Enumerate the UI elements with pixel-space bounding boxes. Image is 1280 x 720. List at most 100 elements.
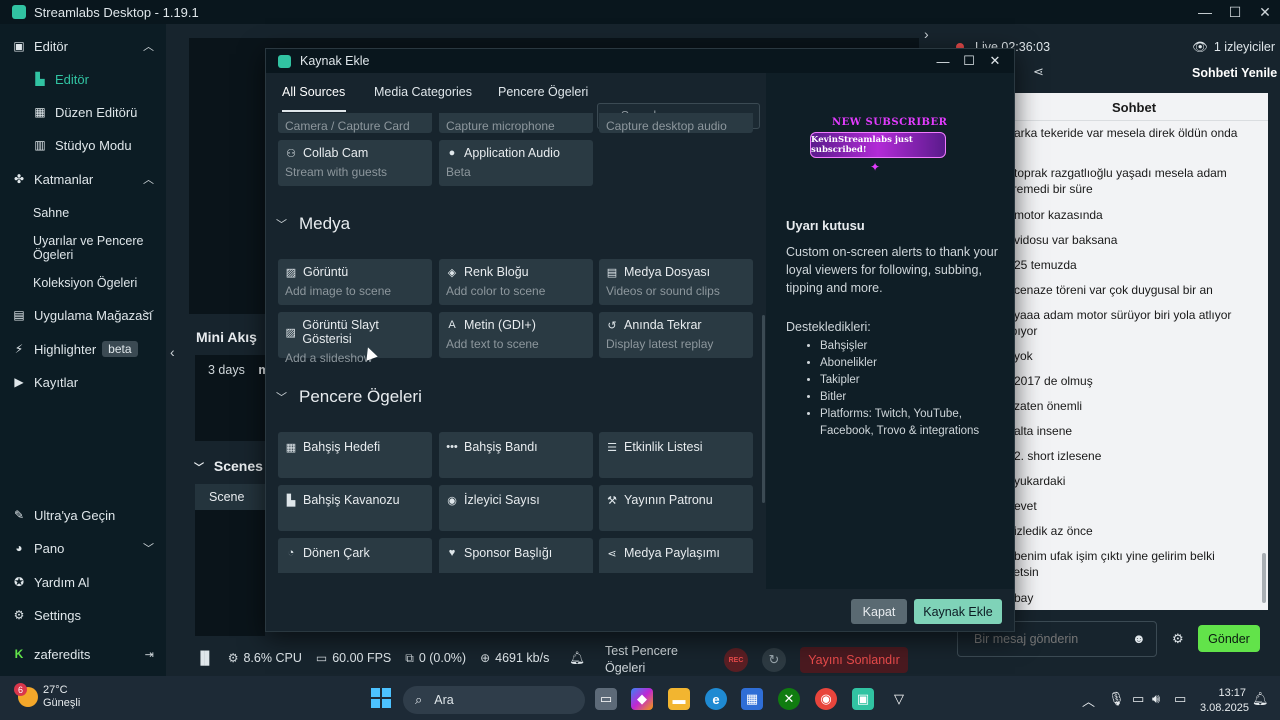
test-widgets-button[interactable]: Test Pencere Ögeleri bbox=[605, 643, 695, 677]
weather-widget[interactable]: 6 27°C Güneşli bbox=[14, 683, 80, 710]
task-view-icon[interactable]: ▭ bbox=[595, 688, 617, 710]
eye-icon: ◉ bbox=[447, 494, 457, 507]
maximize-icon[interactable]: ☐ bbox=[1220, 0, 1250, 24]
chat-box: Sohbet 2: arka tekeride var mesela direk… bbox=[1000, 93, 1268, 610]
nav-app-store[interactable]: ▤ Uygulama Mağazası ﹀ bbox=[0, 306, 166, 324]
taskbar-clock[interactable]: 13:17 3.08.2025 bbox=[1200, 686, 1249, 716]
nav-settings[interactable]: ⚙ Settings bbox=[0, 606, 166, 624]
source-tile-media-file[interactable]: ▤ Medya Dosyası Videos or sound clips bbox=[599, 259, 753, 305]
nav-item-editor[interactable]: ▙ Editör bbox=[0, 70, 166, 88]
widget-tile-spin-wheel[interactable]: ◔ Dönen Çark bbox=[278, 538, 432, 573]
end-stream-button[interactable]: Yayını Sonlandır bbox=[800, 647, 908, 673]
supported-item: Bitler bbox=[820, 389, 998, 406]
source-list-scrollbar[interactable] bbox=[762, 315, 765, 503]
source-tile-text[interactable]: A Metin (GDI+) Add text to scene bbox=[439, 312, 593, 358]
section-widgets[interactable]: ﹀ Pencere Ögeleri bbox=[276, 387, 422, 407]
nav-editor-group[interactable]: ▣ Editör ︿ bbox=[0, 37, 166, 55]
record-button[interactable]: REC bbox=[724, 648, 748, 672]
notification-icon[interactable]: 🔔︎ bbox=[1252, 691, 1269, 707]
microphone-icon[interactable]: 🎙︎ bbox=[1108, 691, 1125, 707]
section-media[interactable]: ﹀ Medya bbox=[276, 214, 350, 234]
chevron-left-icon[interactable]: ‹ bbox=[170, 344, 175, 360]
chevron-up-icon[interactable]: ︿ bbox=[143, 38, 154, 54]
copilot-icon[interactable]: ◆ bbox=[631, 688, 653, 710]
nav-item-alerts-widgets[interactable]: Uyarılar ve Pencere Ögeleri bbox=[33, 234, 158, 262]
widget-tile-tip-goal[interactable]: ▦ Bahşiş Hedefi bbox=[278, 432, 432, 478]
file-explorer-icon[interactable]: ▬ bbox=[668, 688, 690, 710]
maximize-icon[interactable]: ☐ bbox=[956, 49, 982, 73]
widget-tile-tip-ticker[interactable]: ••• Bahşiş Bandı bbox=[439, 432, 593, 478]
chrome-icon[interactable]: ◉ bbox=[815, 688, 837, 710]
volume-icon[interactable]: 🔊︎ bbox=[1152, 691, 1160, 707]
editor-icon: ▣ bbox=[13, 39, 25, 53]
nav-item-layout-editor[interactable]: ▦ Düzen Editörü bbox=[0, 103, 166, 121]
chevron-right-icon[interactable]: › bbox=[924, 26, 929, 42]
taskbar-search[interactable]: ⌕ Ara bbox=[403, 686, 585, 714]
logout-icon[interactable]: ⇥ bbox=[145, 648, 154, 661]
source-tile-mic[interactable]: Capture microphone bbox=[439, 113, 593, 133]
widget-tile-media-share[interactable]: ⋖ Medya Paylaşımı bbox=[599, 538, 753, 573]
source-tile-app-audio[interactable]: ● Application Audio Beta bbox=[439, 140, 593, 186]
source-tile-collab-cam[interactable]: ⚇ Collab Cam Stream with guests bbox=[278, 140, 432, 186]
nav-layers-group[interactable]: ✤ Katmanlar ︿ bbox=[0, 170, 166, 188]
streamlabs-taskbar-icon[interactable]: ▣ bbox=[852, 688, 874, 710]
tab-widgets[interactable]: Pencere Ögeleri bbox=[498, 85, 588, 99]
widget-tile-tip-jar[interactable]: ▙ Bahşiş Kavanozu bbox=[278, 485, 432, 531]
send-button[interactable]: Gönder bbox=[1198, 625, 1260, 652]
nav-recordings[interactable]: ▶ Kayıtlar bbox=[0, 373, 166, 391]
chat-scrollbar[interactable] bbox=[1262, 553, 1266, 603]
nav-item-layout-label: Düzen Editörü bbox=[55, 104, 138, 120]
source-tile-camera[interactable]: Camera / Capture Card bbox=[278, 113, 432, 133]
bell-icon[interactable]: 🔔︎ bbox=[569, 651, 585, 666]
minimize-icon[interactable]: — bbox=[930, 49, 956, 73]
supported-item: Bahşişler bbox=[820, 338, 998, 355]
source-tile-instant-replay[interactable]: ↺ Anında Tekrar Display latest replay bbox=[599, 312, 753, 358]
capcut-icon[interactable]: ▽ bbox=[888, 688, 910, 710]
image-icon: ▨ bbox=[285, 266, 297, 279]
share-icon[interactable]: ⋖ bbox=[1033, 64, 1044, 80]
alert-preview-header: NEW SUBSCRIBER bbox=[832, 117, 948, 128]
windows-start-icon[interactable] bbox=[371, 688, 391, 708]
nav-highlighter[interactable]: ⚡ Highlighter beta bbox=[0, 340, 166, 358]
battery-icon[interactable]: ▭ bbox=[1174, 691, 1186, 707]
refresh-chat-button[interactable]: Sohbeti Yenile bbox=[1192, 66, 1277, 80]
emoji-icon[interactable]: ☻ bbox=[1132, 631, 1146, 646]
nav-item-collection[interactable]: Koleksiyon Ögeleri bbox=[33, 276, 158, 290]
nav-user[interactable]: K zaferedits ⇥ bbox=[0, 645, 166, 663]
source-tile-slideshow[interactable]: ▨ Görüntü Slayt Gösterisi Add a slideshow bbox=[278, 312, 432, 365]
store-icon[interactable]: ▦ bbox=[741, 688, 763, 710]
chevron-up-icon[interactable]: ︿ bbox=[143, 171, 154, 187]
network-icon[interactable]: ▭ bbox=[1132, 691, 1144, 707]
close-button[interactable]: Kapat bbox=[851, 599, 907, 624]
tab-media-categories[interactable]: Media Categories bbox=[374, 85, 472, 99]
tab-all-sources[interactable]: All Sources bbox=[282, 85, 345, 99]
nav-help[interactable]: ✪ Yardım Al bbox=[0, 573, 166, 591]
close-icon[interactable]: ✕ bbox=[1250, 0, 1280, 24]
bitrate-stat: ⊕ 4691 kb/s bbox=[480, 651, 549, 665]
source-tile-image[interactable]: ▨ Görüntü Add image to scene bbox=[278, 259, 432, 305]
chevron-down-icon[interactable]: ﹀ bbox=[143, 540, 154, 556]
widget-tile-viewer-count[interactable]: ◉ İzleyici Sayısı bbox=[439, 485, 593, 531]
nav-item-studio-mode[interactable]: ▥ Stüdyo Modu bbox=[0, 136, 166, 154]
chat-text: cenaze töreni var çok duygusal bir an bbox=[1010, 283, 1213, 297]
chevron-down-icon[interactable]: ﹀ bbox=[143, 307, 154, 323]
gear-icon[interactable]: ⚙ bbox=[1172, 631, 1184, 647]
widget-tile-event-list[interactable]: ☰ Etkinlik Listesi bbox=[599, 432, 753, 478]
widget-tile-sponsor-banner[interactable]: ♥ Sponsor Başlığı bbox=[439, 538, 593, 573]
nav-item-scene[interactable]: Sahne bbox=[33, 206, 158, 220]
edge-icon[interactable]: e bbox=[705, 688, 727, 710]
nav-settings-label: Settings bbox=[34, 607, 81, 623]
dropped-value: 0 (0.0%) bbox=[418, 651, 467, 665]
stats-chart-icon[interactable]: ▐▌ bbox=[196, 651, 214, 665]
xbox-icon[interactable]: ✕ bbox=[778, 688, 800, 710]
close-icon[interactable]: ✕ bbox=[982, 49, 1008, 73]
nav-dashboard[interactable]: ◕ Pano ﹀ bbox=[0, 539, 166, 557]
source-tile-color-block[interactable]: ◈ Renk Bloğu Add color to scene bbox=[439, 259, 593, 305]
source-tile-desktop-audio[interactable]: Capture desktop audio bbox=[599, 113, 753, 133]
chevron-up-icon[interactable]: ︿ bbox=[1082, 691, 1095, 710]
widget-tile-stream-boss[interactable]: ⚒ Yayının Patronu bbox=[599, 485, 753, 531]
add-source-button[interactable]: Kaynak Ekle bbox=[914, 599, 1002, 624]
minimize-icon[interactable]: — bbox=[1190, 0, 1220, 24]
replay-icon[interactable]: ↻ bbox=[762, 648, 786, 672]
nav-ultra[interactable]: ✎ Ultra'ya Geçin bbox=[0, 506, 166, 524]
